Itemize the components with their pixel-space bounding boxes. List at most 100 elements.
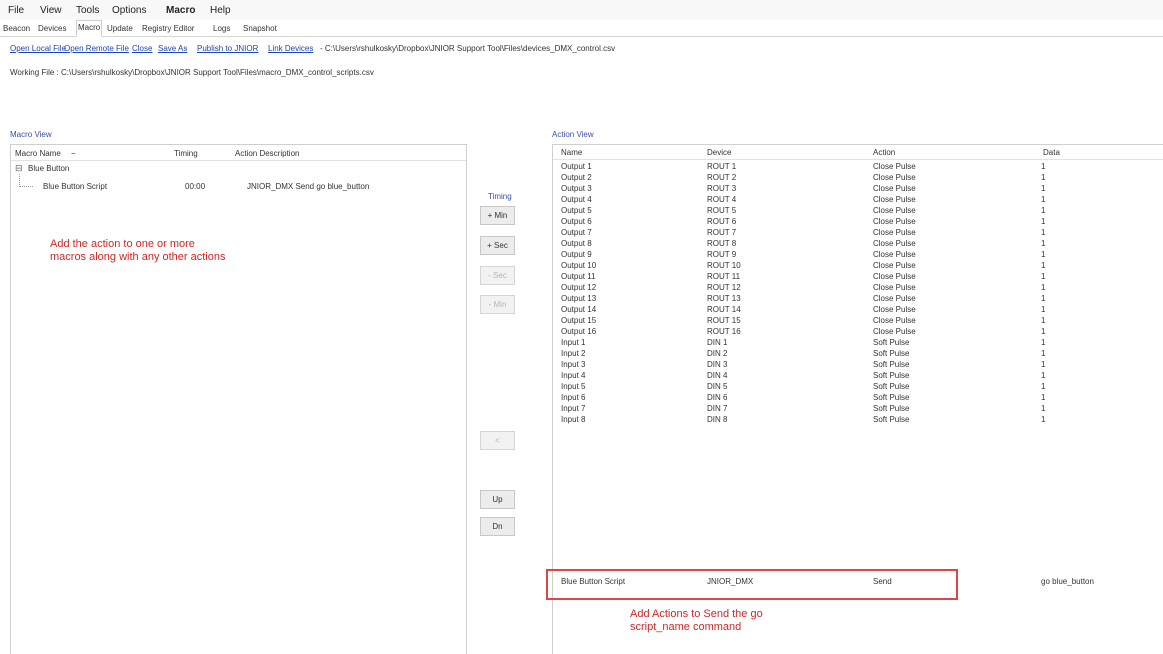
macro-view-title: Macro View xyxy=(10,130,52,139)
column-header-timing[interactable]: Timing xyxy=(174,149,198,158)
action-row[interactable]: Input 2 DIN 2 Soft Pulse 1 xyxy=(553,349,1163,360)
action-cell-data: 1 xyxy=(1041,349,1046,358)
action-row[interactable]: Output 5 ROUT 5 Close Pulse 1 xyxy=(553,206,1163,217)
timing-label: Timing xyxy=(488,192,512,201)
action-cell-data: 1 xyxy=(1041,250,1046,259)
action-cell-device: DIN 1 xyxy=(707,338,728,347)
action-row[interactable]: Input 6 DIN 6 Soft Pulse 1 xyxy=(553,393,1163,404)
action-row[interactable]: Output 15 ROUT 15 Close Pulse 1 xyxy=(553,316,1163,327)
action-cell-device: ROUT 11 xyxy=(707,272,741,281)
action-row[interactable]: Output 10 ROUT 10 Close Pulse 1 xyxy=(553,261,1163,272)
action-row[interactable]: Output 3 ROUT 3 Close Pulse 1 xyxy=(553,184,1163,195)
action-cell-action: Soft Pulse xyxy=(873,349,910,358)
action-row[interactable]: Output 11 ROUT 11 Close Pulse 1 xyxy=(553,272,1163,283)
action-row[interactable]: Output 1 ROUT 1 Close Pulse 1 xyxy=(553,162,1163,173)
column-header-action-description[interactable]: Action Description xyxy=(235,149,299,158)
action-cell-action: Soft Pulse xyxy=(873,404,910,413)
move-up-button[interactable]: Up xyxy=(480,490,515,509)
add-minute-button[interactable]: + Min xyxy=(480,206,515,225)
column-header-data[interactable]: Data xyxy=(1043,148,1060,157)
tab-logs[interactable]: Logs xyxy=(212,22,231,35)
action-cell-action: Soft Pulse xyxy=(873,393,910,402)
file-actions-row: Open Local File Open Remote File Close S… xyxy=(0,40,1163,56)
action-cell-data: 1 xyxy=(1041,195,1046,204)
action-cell-name: Input 3 xyxy=(561,360,586,369)
column-header-macro-name[interactable]: Macro Name xyxy=(15,149,61,158)
action-cell-device: ROUT 4 xyxy=(707,195,737,204)
macro-group-blue-button[interactable]: Blue Button xyxy=(28,164,69,173)
macro-view-panel[interactable]: Macro Name − Timing Action Description ⊟… xyxy=(10,144,467,654)
action-cell-action: Soft Pulse xyxy=(873,382,910,391)
action-row[interactable]: Input 1 DIN 1 Soft Pulse 1 xyxy=(553,338,1163,349)
tab-registry-editor[interactable]: Registry Editor xyxy=(141,22,195,35)
action-row[interactable]: Output 9 ROUT 9 Close Pulse 1 xyxy=(553,250,1163,261)
action-row[interactable]: Output 16 ROUT 16 Close Pulse 1 xyxy=(553,327,1163,338)
menu-view[interactable]: View xyxy=(40,5,62,16)
action-row[interactable]: Output 8 ROUT 8 Close Pulse 1 xyxy=(553,239,1163,250)
action-cell-name: Input 7 xyxy=(561,404,586,413)
tree-line xyxy=(19,186,33,188)
tab-devices[interactable]: Devices xyxy=(37,22,67,35)
action-cell-data: 1 xyxy=(1041,294,1046,303)
action-cell-data: 1 xyxy=(1041,305,1046,314)
tab-snapshot[interactable]: Snapshot xyxy=(242,22,278,35)
action-cell-device: DIN 2 xyxy=(707,349,728,358)
subtract-second-button[interactable]: - Sec xyxy=(480,266,515,285)
annotation-right-line-1: Add Actions to Send the go xyxy=(630,608,763,620)
action-cell-name: Input 1 xyxy=(561,338,586,347)
close-link[interactable]: Close xyxy=(132,44,152,53)
action-row[interactable]: Output 2 ROUT 2 Close Pulse 1 xyxy=(553,173,1163,184)
menu-tools[interactable]: Tools xyxy=(76,5,99,16)
action-row[interactable]: Output 14 ROUT 14 Close Pulse 1 xyxy=(553,305,1163,316)
menu-file[interactable]: File xyxy=(8,5,24,16)
menu-bar: File View Tools Options Macro Help xyxy=(0,0,1163,20)
action-row[interactable]: Input 7 DIN 7 Soft Pulse 1 xyxy=(553,404,1163,415)
action-cell-name: Output 15 xyxy=(561,316,597,325)
column-header-name[interactable]: Name xyxy=(561,148,582,157)
menu-help[interactable]: Help xyxy=(210,5,231,16)
action-cell-name: Input 4 xyxy=(561,371,586,380)
action-cell-name: Output 4 xyxy=(561,195,592,204)
action-cell-name: Output 9 xyxy=(561,250,592,259)
header-divider xyxy=(553,159,1163,160)
save-as-link[interactable]: Save As xyxy=(158,44,187,53)
publish-to-jnior-link[interactable]: Publish to JNIOR xyxy=(197,44,258,53)
action-row[interactable]: Output 4 ROUT 4 Close Pulse 1 xyxy=(553,195,1163,206)
open-remote-file-link[interactable]: Open Remote File xyxy=(64,44,129,53)
link-devices-link[interactable]: Link Devices xyxy=(268,44,313,53)
action-cell-action: Close Pulse xyxy=(873,162,916,171)
open-local-file-link[interactable]: Open Local File xyxy=(10,44,66,53)
column-header-device[interactable]: Device xyxy=(707,148,731,157)
action-cell-device: ROUT 8 xyxy=(707,239,737,248)
tab-update[interactable]: Update xyxy=(106,22,134,35)
action-row[interactable]: Output 13 ROUT 13 Close Pulse 1 xyxy=(553,294,1163,305)
subtract-minute-button[interactable]: - Min xyxy=(480,295,515,314)
action-row[interactable]: Input 8 DIN 8 Soft Pulse 1 xyxy=(553,415,1163,426)
action-cell-action: Close Pulse xyxy=(873,239,916,248)
action-row[interactable]: Input 5 DIN 5 Soft Pulse 1 xyxy=(553,382,1163,393)
action-row[interactable]: Output 7 ROUT 7 Close Pulse 1 xyxy=(553,228,1163,239)
move-down-button[interactable]: Dn xyxy=(480,517,515,536)
tab-macro[interactable]: Macro xyxy=(76,20,103,37)
action-row[interactable]: Input 4 DIN 4 Soft Pulse 1 xyxy=(553,371,1163,382)
action-cell-name: Output 1 xyxy=(561,162,592,171)
action-row[interactable]: Output 12 ROUT 12 Close Pulse 1 xyxy=(553,283,1163,294)
menu-macro[interactable]: Macro xyxy=(166,5,195,16)
annotation-left: Add the action to one or more macros alo… xyxy=(50,238,225,264)
tab-beacon[interactable]: Beacon xyxy=(2,22,31,35)
action-cell-name: Input 6 xyxy=(561,393,586,402)
column-header-action[interactable]: Action xyxy=(873,148,895,157)
action-cell-name: Output 10 xyxy=(561,261,597,270)
macro-item-description: JNIOR_DMX Send go blue_button xyxy=(247,182,370,191)
action-cell-action: Close Pulse xyxy=(873,294,916,303)
collapse-toggle-icon[interactable]: ⊟ xyxy=(15,163,23,174)
action-row[interactable]: Output 6 ROUT 6 Close Pulse 1 xyxy=(553,217,1163,228)
action-cell-device: DIN 7 xyxy=(707,404,728,413)
action-cell-action: Close Pulse xyxy=(873,250,916,259)
add-to-macro-button[interactable]: < xyxy=(480,431,515,450)
menu-options[interactable]: Options xyxy=(112,5,146,16)
macro-item-name[interactable]: Blue Button Script xyxy=(43,182,107,191)
add-second-button[interactable]: + Sec xyxy=(480,236,515,255)
action-cell-name: Output 3 xyxy=(561,184,592,193)
action-row[interactable]: Input 3 DIN 3 Soft Pulse 1 xyxy=(553,360,1163,371)
